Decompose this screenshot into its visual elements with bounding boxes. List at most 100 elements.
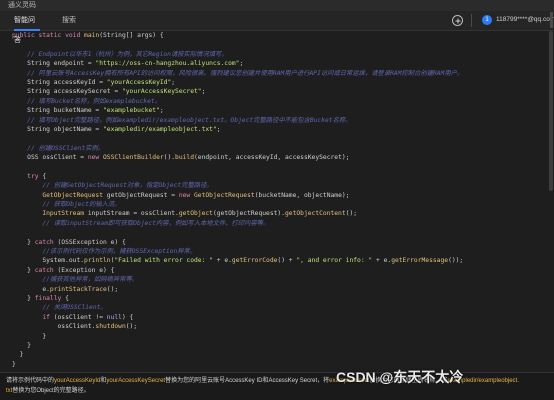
code-token: } <box>12 341 31 349</box>
code-token: "https://oss-cn-hangzhou.aliyuncs.com" <box>95 60 240 68</box>
code-token: // 阿里云账号AccessKey拥有所有API的访问权限，风险很高。强烈建议您… <box>12 69 464 77</box>
code-line: String bucketName = "examplebucket"; <box>12 106 547 115</box>
code-token: (Exception e) { <box>57 266 115 274</box>
new-chat-icon[interactable] <box>452 15 463 26</box>
tab-smart-qa[interactable]: 智能问答 <box>14 11 40 44</box>
code-line: System.out.println("Failed with error co… <box>12 256 547 265</box>
code-token: println <box>84 257 111 265</box>
code-line: // 获取Object的输入流。 <box>12 200 547 209</box>
code-line: } catch (OSSException e) { <box>12 238 547 247</box>
code-token: + e. <box>372 257 392 265</box>
code-line: // 创建GetObjectRequest对象，指定Object完整路径。 <box>12 181 547 190</box>
code-token: } <box>12 332 47 340</box>
code-line: ossClient.shutdown(); <box>12 322 547 331</box>
code-token: // 创建GetObjectRequest对象，指定Object完整路径。 <box>12 182 213 190</box>
window-title: 通义灵码 <box>8 2 36 9</box>
code-line: } <box>12 332 547 341</box>
code-token: build <box>175 154 195 162</box>
code-token: System.out. <box>12 257 85 265</box>
code-line: } finally { <box>12 294 547 303</box>
code-token: } <box>12 238 35 246</box>
code-token: (bucketName, objectName); <box>254 191 350 199</box>
code-scrollbar[interactable] <box>549 31 553 191</box>
code-token: finally <box>34 294 66 302</box>
code-token: "exampledir/exampleobject.txt" <box>103 125 217 133</box>
code-token: String objectName = <box>12 125 103 133</box>
code-line: InputStream inputStream = ossClient. getO… <box>12 209 547 218</box>
user-account[interactable]: 118799****@qq.com <box>496 14 554 26</box>
code-token: } <box>12 351 24 359</box>
code-token: new <box>87 154 103 162</box>
code-token: "yourAccessKeyId" <box>106 78 172 86</box>
footer-instruction-line-2: txt替换为您Object的完整路径。 <box>6 386 90 396</box>
code-token: InputStream <box>42 210 85 218</box>
code-line: //捕获其他异常，如网络异常等。 <box>12 275 547 284</box>
code-token: try <box>12 172 43 180</box>
notification-badge[interactable]: 1 <box>482 15 492 25</box>
code-token: ()); <box>448 257 464 265</box>
code-token: { <box>42 172 47 180</box>
code-token: getErrorMessage <box>391 257 449 265</box>
code-token: ", and error info: " <box>296 257 373 265</box>
code-token: shutdown <box>95 323 126 331</box>
code-token: ; <box>216 125 221 133</box>
code-token: "examplebucket" <box>103 107 160 115</box>
code-token: (OSSException e) { <box>57 238 126 246</box>
csdn-watermark: CSDN @东天不太冷 <box>336 369 464 385</box>
code-token: e. <box>12 285 50 293</box>
code-token: String bucketName = <box>12 107 103 115</box>
code-token: catch <box>34 238 58 246</box>
code-token: (getObjectRequest). <box>212 210 285 218</box>
code-token: getObjectContent <box>284 210 346 218</box>
code-token: { <box>65 294 69 302</box>
code-token: // 关闭OSSClient。 <box>12 304 107 312</box>
code-token: String accessKeyId = <box>12 78 107 86</box>
code-token: OSS ossClient = <box>12 154 88 162</box>
header-divider <box>471 14 472 27</box>
code-token: // Endpoint以华东1（杭州）为例，其它Region请按实际情况填写。 <box>12 50 228 58</box>
code-token: + e. <box>212 257 232 265</box>
code-line: public static void main(String[] args) { <box>12 31 547 40</box>
code-token: OSSClientBuilder <box>103 154 164 162</box>
code-block: public static void main(String[] args) {… <box>12 31 547 371</box>
code-token: // 创建OSSClient实例。 <box>12 144 105 152</box>
code-token: //该示例代码仅作为示例，捕获OSSException异常。 <box>12 247 197 255</box>
code-token: (String[] args) { <box>99 32 164 39</box>
code-token: //捕获其他异常，如网络异常等。 <box>12 276 139 284</box>
code-token: ) { <box>121 313 134 321</box>
code-line: //该示例代码仅作为示例，捕获OSSException异常。 <box>12 247 547 256</box>
tab-search[interactable]: 搜索 <box>62 11 78 31</box>
code-line: // 填写Object完整路径，例如exampledir/exampleobje… <box>12 116 547 125</box>
code-token: public static void <box>12 32 85 39</box>
code-line: } <box>12 360 547 369</box>
code-token: ; <box>201 88 206 96</box>
code-token: () + <box>277 257 297 265</box>
code-line: OSS ossClient = new OSSClientBuilder().b… <box>12 153 547 162</box>
header-scrollbar[interactable] <box>550 12 553 28</box>
code-line: String accessKeySecret = "yourAccessKeyS… <box>12 87 547 96</box>
code-line: GetObjectRequest getObjectRequest = new … <box>12 191 547 200</box>
code-token: inputStream = ossClient. <box>84 210 179 218</box>
code-line: String accessKeyId = "yourAccessKeyId"; <box>12 78 547 87</box>
code-token: (endpoint, accessKeyId, accessKeySecret)… <box>194 154 350 162</box>
code-token: "yourAccessKeySecret" <box>121 88 202 96</box>
code-token: GetObjectRequest <box>194 191 255 199</box>
code-token: GetObjectRequest <box>42 191 104 199</box>
code-token: } <box>12 294 35 302</box>
footer-text: 替换为您的阿里云账号AccessKey ID和AccessKey Secret，… <box>165 378 330 384</box>
answer-footer: 请将示例代码中的yourAccessKeyId和yourAccessKeySec… <box>0 372 554 400</box>
code-line: // 填写Bucket名称，例如examplebucket。 <box>12 97 547 106</box>
code-line: // 关闭OSSClient。 <box>12 303 547 312</box>
code-token: main <box>84 32 100 39</box>
code-token: String accessKeySecret = <box>12 88 122 96</box>
code-line: try { <box>12 172 547 181</box>
code-token: ; <box>171 78 176 86</box>
code-token: ; <box>159 107 164 115</box>
code-line: } <box>12 350 547 359</box>
